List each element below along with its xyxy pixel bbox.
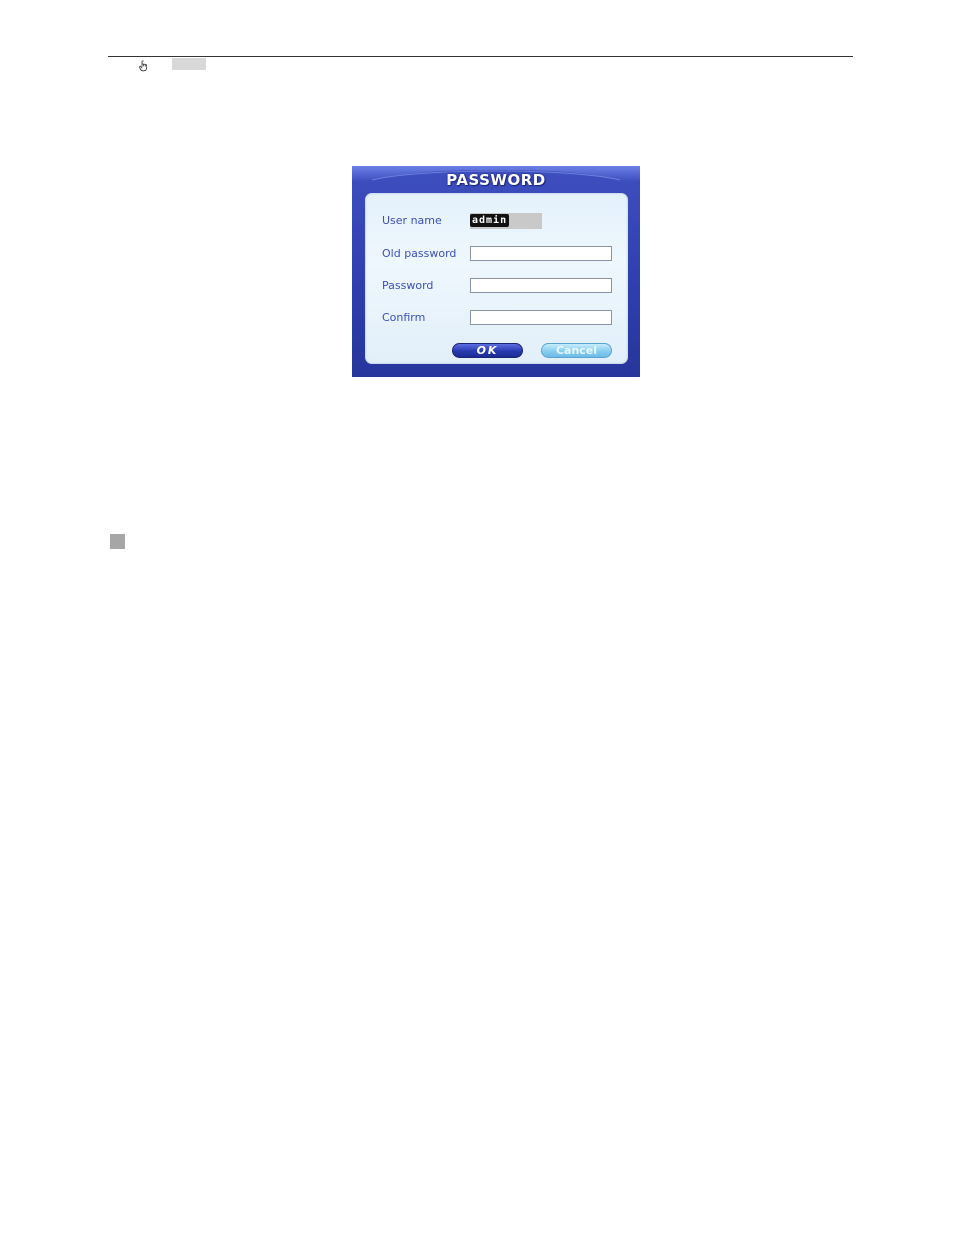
ok-button[interactable]: OK (452, 343, 523, 358)
confirm-label: Confirm (382, 311, 426, 324)
cancel-button[interactable]: Cancel (541, 343, 612, 358)
password-label: Password (382, 279, 434, 292)
dialog-titlebar: PASSWORD (352, 166, 640, 194)
bullet-square (110, 534, 125, 549)
username-label: User name (382, 214, 442, 227)
header-chip (172, 58, 206, 70)
dialog-title: PASSWORD (446, 171, 546, 189)
password-dialog: PASSWORD User name admin Old password Pa… (352, 166, 640, 377)
username-field: admin (470, 213, 542, 229)
confirm-input[interactable] (470, 310, 612, 325)
page-header-rule (108, 56, 853, 57)
username-value: admin (470, 214, 510, 227)
dialog-body: User name admin Old password Password Co… (365, 193, 628, 364)
old-password-label: Old password (382, 247, 457, 260)
hand-pointer-icon (138, 59, 150, 72)
password-input[interactable] (470, 278, 612, 293)
old-password-input[interactable] (470, 246, 612, 261)
